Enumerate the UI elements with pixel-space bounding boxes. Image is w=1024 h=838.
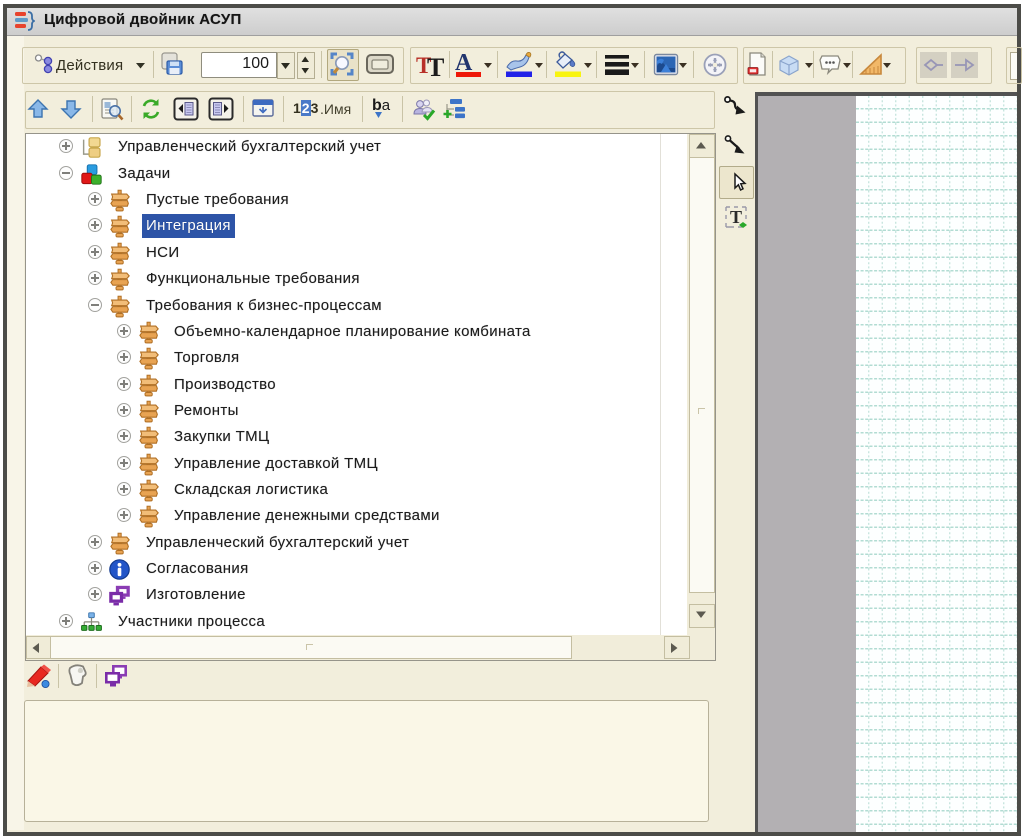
svg-text:T: T bbox=[427, 53, 444, 79]
svg-text:T: T bbox=[730, 207, 742, 227]
